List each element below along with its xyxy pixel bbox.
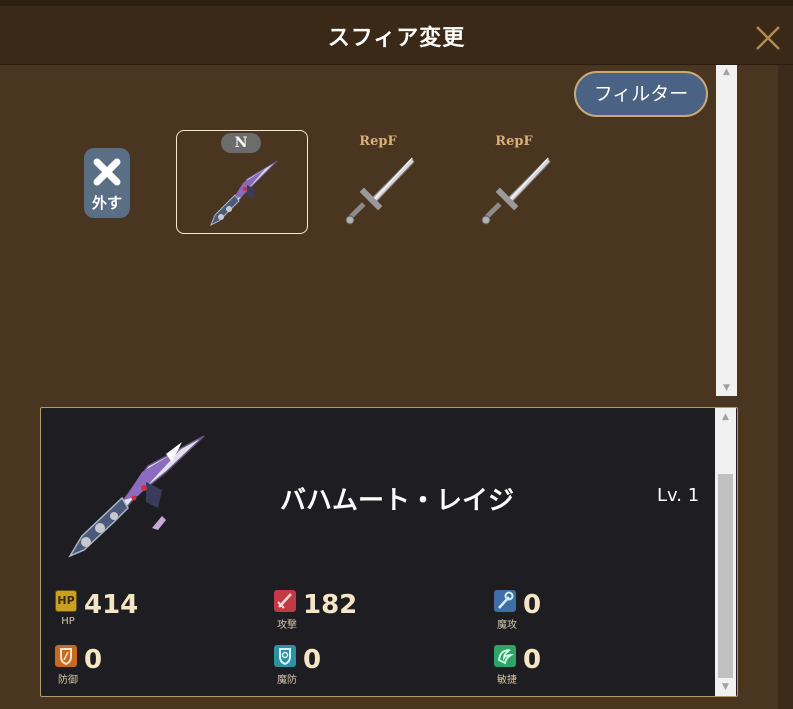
stat-label: 魔防 — [277, 675, 297, 686]
detail-panel-scrollbar[interactable]: ▲ ▼ — [715, 408, 736, 696]
close-x-icon — [756, 26, 780, 50]
rarity-badge: RepF — [359, 134, 397, 149]
rarity-badge: RepF — [495, 134, 533, 149]
filter-button[interactable]: フィルター — [574, 71, 708, 117]
sphere-level: Lv. 1 — [657, 485, 700, 506]
scroll-down-arrow[interactable]: ▼ — [716, 381, 737, 395]
stat-label: 魔攻 — [497, 620, 517, 631]
sword-icon — [345, 157, 415, 225]
stat-label: 敏捷 — [497, 675, 517, 686]
close-button[interactable] — [752, 22, 784, 54]
defense-shield-icon — [55, 645, 77, 667]
stat-value: 0 — [84, 645, 103, 675]
stat-value: 0 — [303, 645, 322, 675]
stat-label: HP — [61, 616, 75, 627]
outer-scroll-strip — [778, 65, 793, 709]
dialog-header: スフィア変更 — [0, 6, 793, 65]
stat-value: 182 — [303, 590, 358, 620]
sphere-name: バハムート・レイジ — [280, 486, 515, 516]
stat-value: 0 — [523, 645, 542, 675]
agility-wind-icon — [494, 645, 516, 667]
bahamut-rage-weapon-icon — [68, 435, 205, 558]
stat-label: 攻撃 — [277, 620, 297, 631]
sword-icon — [481, 157, 551, 225]
scroll-down-arrow[interactable]: ▼ — [715, 680, 736, 694]
remove-sphere-button[interactable]: 外す — [84, 148, 130, 218]
attack-sword-icon — [274, 590, 296, 612]
rarity-badge: N — [221, 133, 261, 153]
remove-label: 外す — [91, 194, 122, 212]
scroll-up-arrow[interactable]: ▲ — [716, 65, 737, 79]
sphere-slot-2[interactable]: RepF — [312, 130, 444, 234]
magic-shield-icon — [274, 645, 296, 667]
sphere-list-scrollbar[interactable]: ▲ ▼ — [716, 65, 737, 396]
sphere-slot-3[interactable]: RepF — [448, 130, 580, 234]
hp-icon: HP — [55, 590, 77, 612]
scroll-thumb[interactable] — [718, 474, 733, 678]
magic-staff-icon — [494, 590, 516, 612]
bahamut-rage-weapon-icon — [210, 160, 278, 227]
stat-label: 防御 — [58, 675, 78, 686]
stat-value: 0 — [523, 590, 542, 620]
stat-value: 414 — [84, 590, 139, 620]
scroll-up-arrow[interactable]: ▲ — [715, 410, 736, 424]
x-mark-icon — [93, 158, 121, 186]
dialog-title: スフィア変更 — [327, 26, 466, 51]
sphere-slot-1[interactable]: N — [176, 130, 308, 234]
